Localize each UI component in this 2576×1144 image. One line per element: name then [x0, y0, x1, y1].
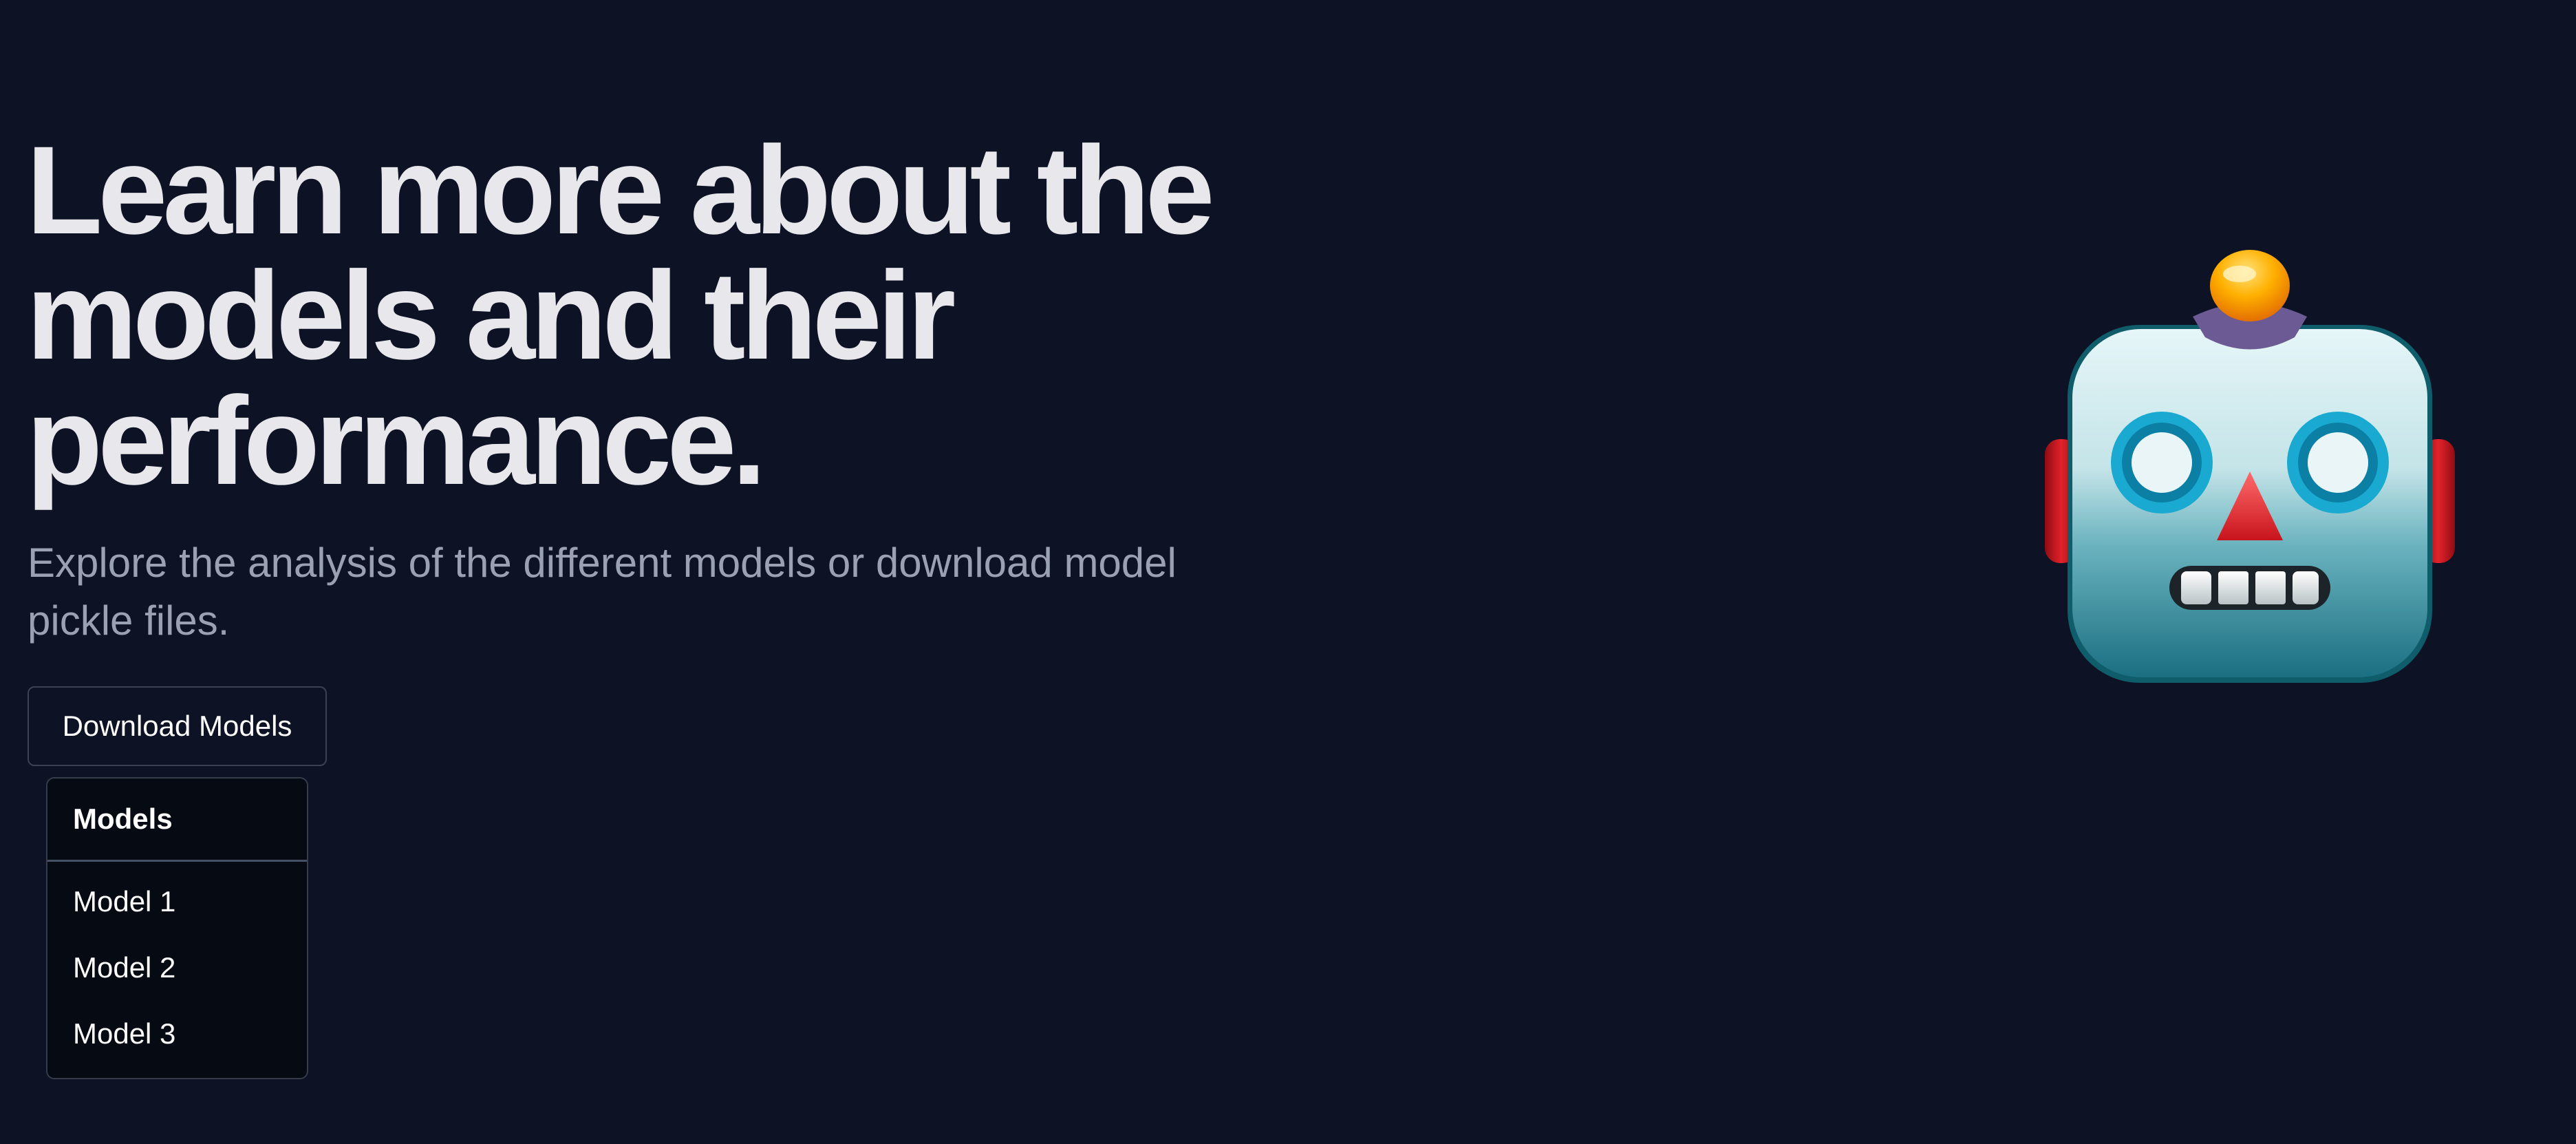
- hero-subtitle: Explore the analysis of the different mo…: [28, 540, 1177, 644]
- dropdown-header: Models: [47, 778, 307, 862]
- dropdown-item-model-1[interactable]: Model 1: [47, 869, 307, 935]
- models-dropdown-menu: Models Model 1 Model 2 Model 3: [46, 777, 308, 1079]
- download-models-button[interactable]: Download Models: [28, 686, 327, 766]
- page: Learn more about the models and their pe…: [0, 0, 2576, 1144]
- robot-face-icon: [2045, 250, 2455, 683]
- dropdown-item-model-2[interactable]: Model 2: [47, 935, 307, 1001]
- hero-title: Learn more about the models and their pe…: [26, 120, 1215, 511]
- dropdown-list: Model 1 Model 2 Model 3: [47, 862, 307, 1067]
- dropdown-item-model-3[interactable]: Model 3: [47, 1001, 307, 1067]
